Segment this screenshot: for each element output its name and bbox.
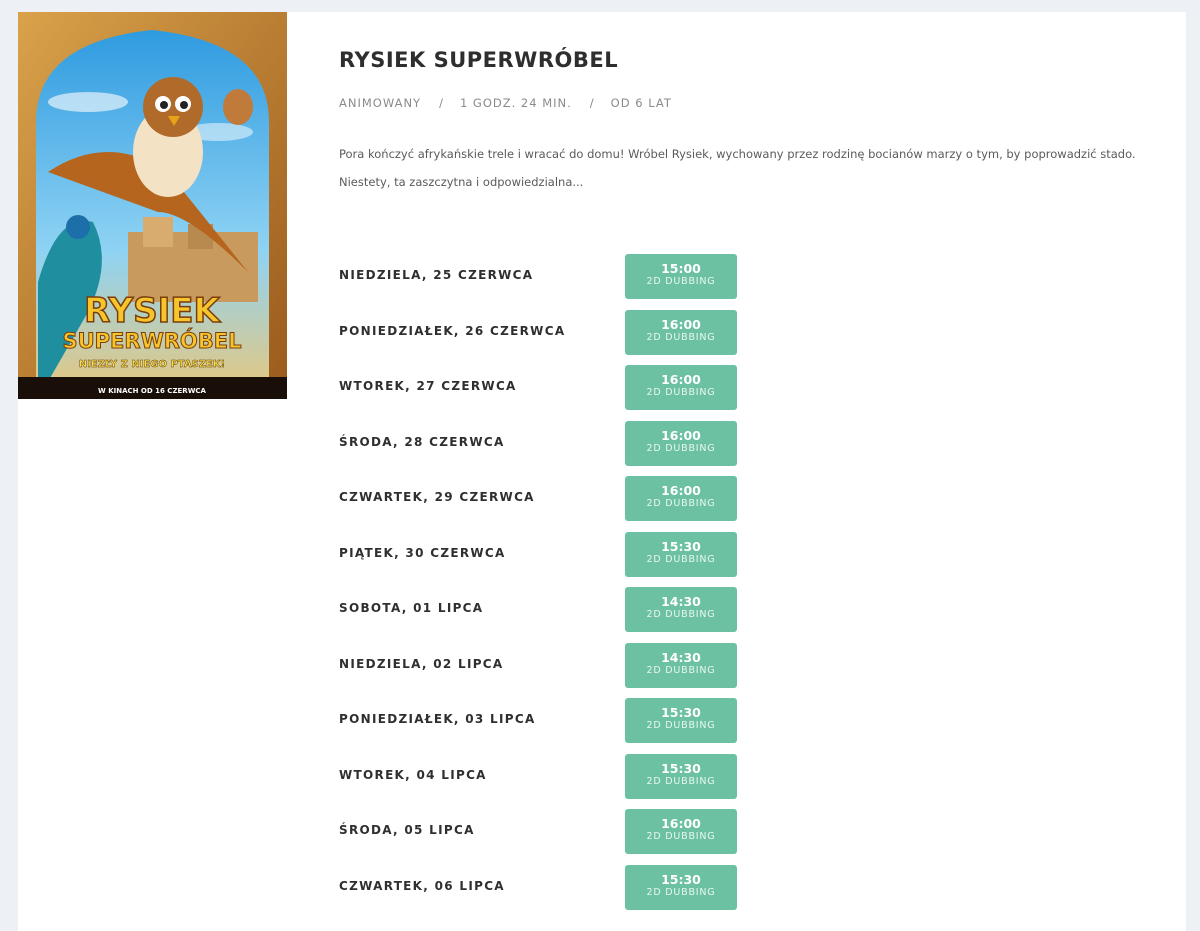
showtime-row: NIEDZIELA, 02 LIPCA 14:30 2D DUBBING xyxy=(339,642,839,699)
showtime-button[interactable]: 15:30 2D DUBBING xyxy=(625,531,737,577)
showtime-day: ŚRODA, 05 LIPCA xyxy=(339,823,475,837)
showtime-version: 2D DUBBING xyxy=(646,775,716,787)
showtime-version: 2D DUBBING xyxy=(646,498,716,509)
showtime-day: WTOREK, 04 LIPCA xyxy=(339,767,487,782)
showtime-version: 2D DUBBING xyxy=(646,831,716,842)
showtime-button[interactable]: 15:30 2D DUBBING xyxy=(625,753,737,799)
showtime-version: 2D DUBBING xyxy=(646,553,716,565)
showtime-time: 16:00 xyxy=(661,372,701,387)
showtime-row: ŚRODA, 05 LIPCA 16:00 2D DUBBING xyxy=(339,809,839,865)
showtime-day: PONIEDZIAŁEK, 03 LIPCA xyxy=(339,712,536,726)
showtime-version: 2D DUBBING xyxy=(646,442,716,454)
showtime-row: SOBOTA, 01 LIPCA 14:30 2D DUBBING xyxy=(339,587,839,643)
showtime-day: PIĄTEK, 30 CZERWCA xyxy=(339,545,506,560)
showtime-day: NIEDZIELA, 02 LIPCA xyxy=(339,656,504,671)
poster-title-line1: RYSIEK xyxy=(84,291,221,331)
meta-separator: / xyxy=(439,96,444,110)
showtime-row: WTOREK, 04 LIPCA 15:30 2D DUBBING xyxy=(339,753,839,810)
showtime-button[interactable]: 15:30 2D DUBBING xyxy=(625,698,737,743)
showtime-button[interactable]: 16:00 2D DUBBING xyxy=(625,420,737,466)
showtime-button[interactable]: 15:00 2D DUBBING xyxy=(625,254,737,299)
showtime-day: ŚRODA, 28 CZERWCA xyxy=(339,434,505,449)
showtime-time: 16:00 xyxy=(661,483,701,498)
showtime-button[interactable]: 16:00 2D DUBBING xyxy=(625,309,737,355)
showtime-row: CZWARTEK, 06 LIPCA 15:30 2D DUBBING xyxy=(339,864,839,921)
meta-separator: / xyxy=(589,96,595,110)
poster-tagline: NIEZŁY Z NIEGO PTASZEK! xyxy=(79,359,225,370)
movie-poster[interactable]: RYSIEK SUPERWRÓBEL NIEZŁY Z NIEGO PTASZE… xyxy=(18,12,287,399)
showtime-time: 15:30 xyxy=(661,538,701,554)
showtime-time: 14:30 xyxy=(661,594,701,609)
showtime-row: PIĄTEK, 30 CZERWCA 15:30 2D DUBBING xyxy=(339,531,839,588)
movie-age-rating: OD 6 LAT xyxy=(610,96,672,110)
showtime-row: PONIEDZIAŁEK, 26 CZERWCA 16:00 2D DUBBIN… xyxy=(339,309,839,366)
showtime-time: 15:30 xyxy=(661,705,701,720)
showtime-time: 15:30 xyxy=(661,760,701,776)
movie-title: RYSIEK SUPERWRÓBEL xyxy=(339,48,619,72)
showtime-version: 2D DUBBING xyxy=(646,886,716,898)
showtime-version: 2D DUBBING xyxy=(646,276,716,287)
movie-duration: 1 GODZ. 24 MIN. xyxy=(459,96,572,110)
showtime-button[interactable]: 15:30 2D DUBBING xyxy=(625,864,737,910)
showtime-row: NIEDZIELA, 25 CZERWCA 15:00 2D DUBBING xyxy=(339,254,839,310)
showtime-day: CZWARTEK, 06 LIPCA xyxy=(339,878,505,893)
showtime-day: SOBOTA, 01 LIPCA xyxy=(339,601,484,615)
poster-image: RYSIEK SUPERWRÓBEL NIEZŁY Z NIEGO PTASZE… xyxy=(18,12,287,399)
showtime-row: WTOREK, 27 CZERWCA 16:00 2D DUBBING xyxy=(339,365,839,421)
showtime-day: NIEDZIELA, 25 CZERWCA xyxy=(339,268,534,282)
showtime-time: 15:00 xyxy=(661,261,701,276)
showtime-version: 2D DUBBING xyxy=(646,664,716,676)
showtime-time: 14:30 xyxy=(661,649,701,665)
movie-meta: ANIMOWANY / 1 GODZ. 24 MIN. / OD 6 LAT xyxy=(339,96,672,110)
poster-footer: W KINACH OD 16 CZERWCA xyxy=(98,387,207,395)
showtime-button[interactable]: 16:00 2D DUBBING xyxy=(625,809,737,854)
showtime-time: 16:00 xyxy=(661,316,701,332)
showtime-day: PONIEDZIAŁEK, 26 CZERWCA xyxy=(339,323,566,338)
movie-genre: ANIMOWANY xyxy=(339,96,422,110)
showtime-day: WTOREK, 27 CZERWCA xyxy=(339,379,517,393)
showtime-version: 2D DUBBING xyxy=(646,331,716,343)
showtime-button[interactable]: 16:00 2D DUBBING xyxy=(625,476,737,521)
showtime-row: CZWARTEK, 29 CZERWCA 16:00 2D DUBBING xyxy=(339,476,839,532)
showtime-version: 2D DUBBING xyxy=(646,720,716,731)
showtimes-list: NIEDZIELA, 25 CZERWCA 15:00 2D DUBBING P… xyxy=(339,254,839,920)
poster-title-line2: SUPERWRÓBEL xyxy=(62,328,241,353)
showtime-time: 16:00 xyxy=(661,816,701,831)
showtime-version: 2D DUBBING xyxy=(646,609,716,620)
showtime-button[interactable]: 14:30 2D DUBBING xyxy=(625,587,737,632)
movie-card: RYSIEK SUPERWRÓBEL NIEZŁY Z NIEGO PTASZE… xyxy=(18,12,1186,931)
showtime-button[interactable]: 16:00 2D DUBBING xyxy=(625,365,737,410)
showtime-day: CZWARTEK, 29 CZERWCA xyxy=(339,490,535,504)
showtime-button[interactable]: 14:30 2D DUBBING xyxy=(625,642,737,688)
showtime-row: ŚRODA, 28 CZERWCA 16:00 2D DUBBING xyxy=(339,420,839,477)
showtime-time: 15:30 xyxy=(661,871,701,887)
showtime-time: 16:00 xyxy=(661,427,701,443)
showtime-row: PONIEDZIAŁEK, 03 LIPCA 15:30 2D DUBBING xyxy=(339,698,839,754)
showtime-version: 2D DUBBING xyxy=(646,387,716,398)
movie-synopsis: Pora kończyć afrykańskie trele i wracać … xyxy=(339,147,1136,189)
